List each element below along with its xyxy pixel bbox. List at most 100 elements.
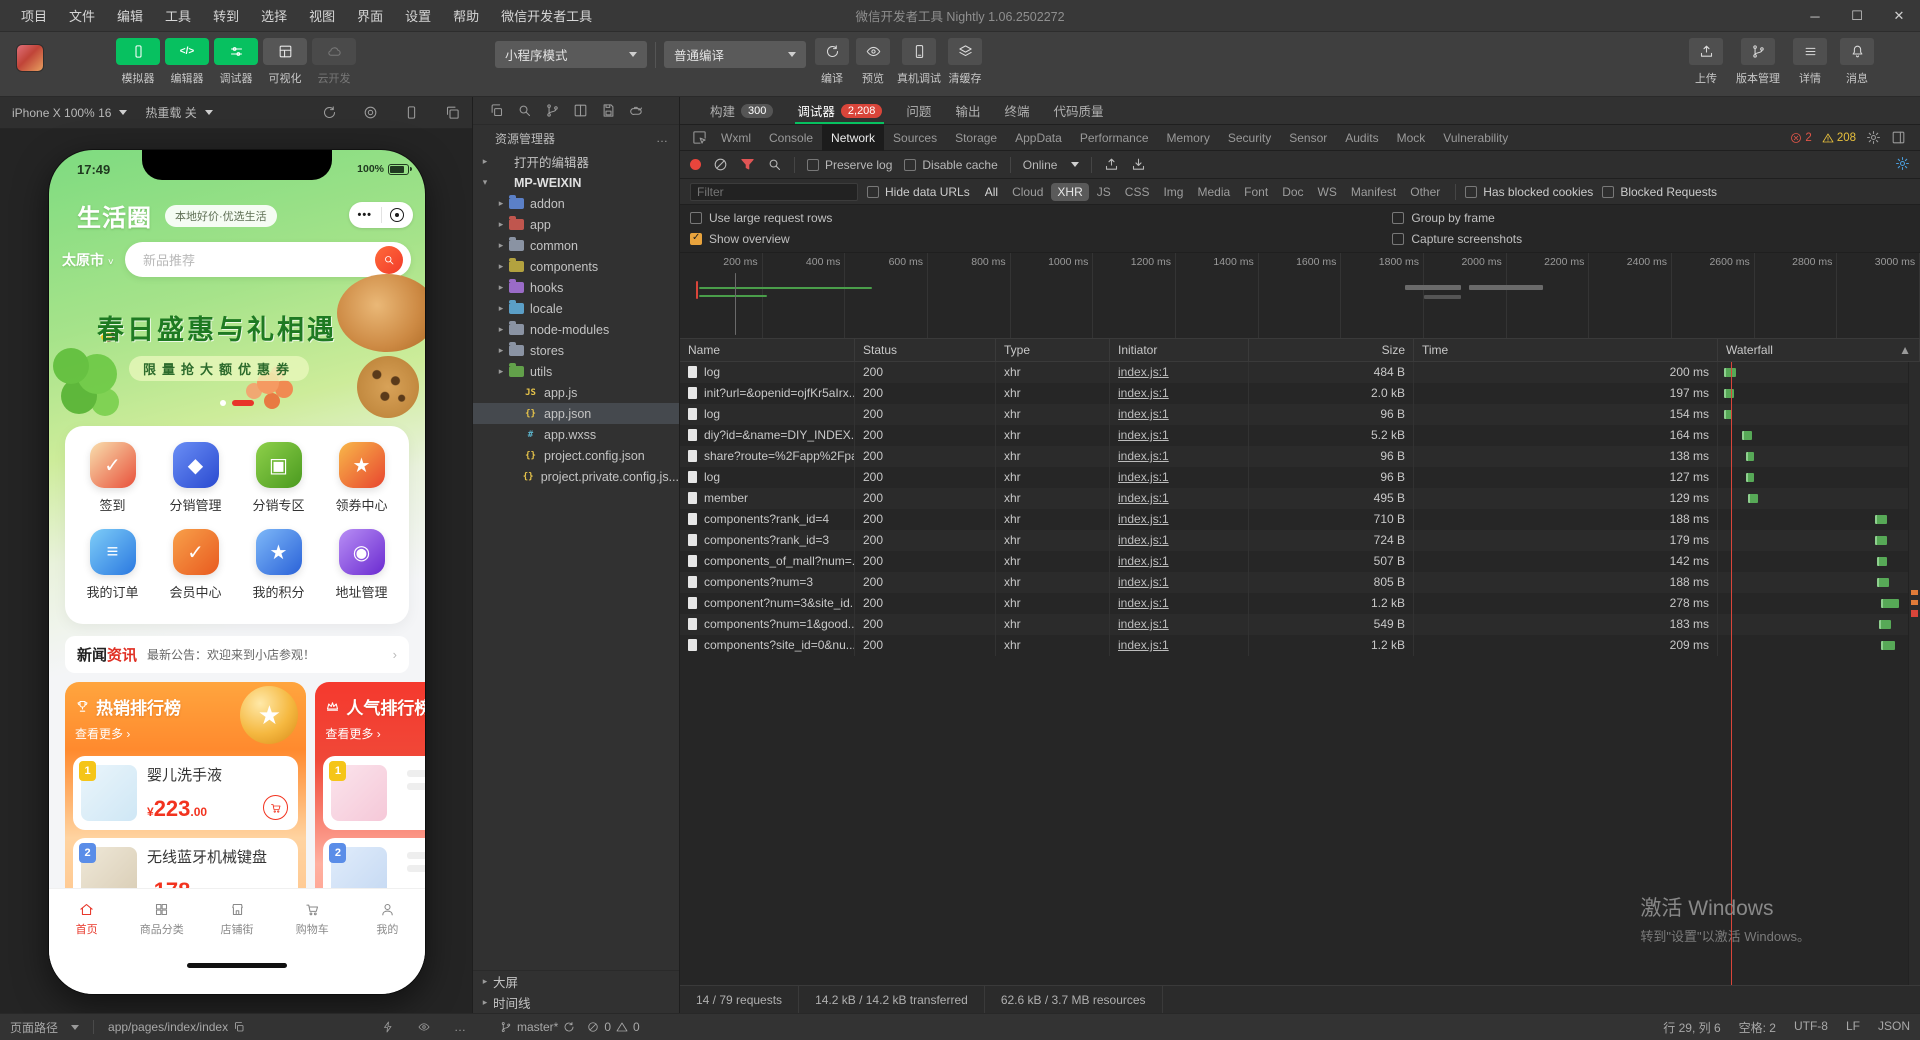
initiator-link[interactable]: index.js:1 bbox=[1118, 554, 1169, 568]
tab-mine[interactable]: 我的 bbox=[350, 902, 425, 937]
tree-item[interactable]: ▸ app bbox=[473, 214, 679, 235]
request-row[interactable]: share?route=%2Fapp%2Fpa... 200 xhr index… bbox=[680, 446, 1920, 467]
files-icon[interactable] bbox=[489, 103, 504, 118]
tree-item[interactable]: {} project.config.json bbox=[473, 445, 679, 466]
maximize-button[interactable]: ☐ bbox=[1836, 0, 1878, 32]
initiator-link[interactable]: index.js:1 bbox=[1118, 428, 1169, 442]
col-type[interactable]: Type bbox=[996, 339, 1110, 361]
import-har-icon[interactable] bbox=[1104, 157, 1119, 172]
sync-icon[interactable] bbox=[563, 1021, 575, 1033]
type-filter[interactable]: All bbox=[979, 183, 1004, 201]
compile-mode-select[interactable]: 普通编译 bbox=[664, 41, 806, 68]
blocked-cookies-checkbox[interactable]: Has blocked cookies bbox=[1465, 185, 1593, 199]
large-rows-checkbox[interactable]: Use large request rows bbox=[690, 211, 832, 225]
clear-icon[interactable] bbox=[713, 157, 728, 172]
request-row[interactable]: log 200 xhr index.js:1 96 B 154 ms bbox=[680, 404, 1920, 425]
network-overview-timeline[interactable]: 200 ms400 ms600 ms800 ms1000 ms1200 ms14… bbox=[680, 253, 1920, 339]
menu-entry[interactable]: ≡ 我的订单 bbox=[71, 529, 154, 601]
panel-tab[interactable]: 构建 300 bbox=[700, 97, 783, 125]
type-filter[interactable]: CSS bbox=[1119, 183, 1156, 201]
request-row[interactable]: components?site_id=0&nu... 200 xhr index… bbox=[680, 635, 1920, 656]
type-filter[interactable]: Media bbox=[1191, 183, 1236, 201]
menu-item[interactable]: 编辑 bbox=[106, 6, 154, 25]
request-name[interactable]: components_of_mall?num=... bbox=[680, 551, 855, 572]
debug-tab[interactable]: AppData bbox=[1006, 125, 1071, 151]
initiator-link[interactable]: index.js:1 bbox=[1118, 575, 1169, 589]
tab-cart[interactable]: 购物车 bbox=[275, 902, 350, 937]
git-branch-indicator[interactable]: master* bbox=[500, 1020, 575, 1034]
menu-item[interactable]: 界面 bbox=[346, 6, 394, 25]
type-filter[interactable]: Font bbox=[1238, 183, 1274, 201]
type-filter[interactable]: Manifest bbox=[1345, 183, 1402, 201]
expand-arrow[interactable]: ▸ bbox=[495, 198, 507, 209]
more-icon[interactable]: … bbox=[454, 1020, 467, 1034]
initiator-link[interactable]: index.js:1 bbox=[1118, 596, 1169, 610]
current-page-path[interactable]: app/pages/index/index bbox=[108, 1020, 245, 1034]
mode-select[interactable]: 小程序模式 bbox=[495, 41, 647, 68]
debug-tab[interactable]: Console bbox=[760, 125, 822, 151]
group-by-frame-checkbox[interactable]: Group by frame bbox=[1392, 211, 1522, 225]
type-filter[interactable]: XHR bbox=[1051, 183, 1088, 201]
hide-data-urls-checkbox[interactable]: Hide data URLs bbox=[867, 185, 970, 199]
request-row[interactable]: components_of_mall?num=... 200 xhr index… bbox=[680, 551, 1920, 572]
tree-item[interactable]: ▸ common bbox=[473, 235, 679, 256]
cloud-dev-toggle[interactable]: 云开发 bbox=[311, 38, 357, 86]
device-frame-icon[interactable] bbox=[404, 105, 419, 120]
editor-status-item[interactable]: JSON bbox=[1878, 1019, 1910, 1036]
editor-status-item[interactable]: LF bbox=[1846, 1019, 1860, 1036]
tree-item[interactable]: ▸ stores bbox=[473, 340, 679, 361]
teapot-icon[interactable] bbox=[629, 103, 644, 118]
debugger-toggle[interactable]: 调试器 bbox=[213, 38, 259, 86]
menu-entry[interactable]: ✓ 签到 bbox=[71, 442, 154, 514]
col-initiator[interactable]: Initiator bbox=[1110, 339, 1249, 361]
request-name[interactable]: diy?id=&name=DIY_INDEX... bbox=[680, 425, 855, 446]
tab-categories[interactable]: 商品分类 bbox=[124, 902, 199, 937]
preserve-log-checkbox[interactable]: Preserve log bbox=[807, 158, 892, 172]
col-name[interactable]: Name bbox=[680, 339, 855, 361]
devtools-scrollbar[interactable] bbox=[1908, 362, 1920, 985]
menu-entry[interactable]: ★ 我的积分 bbox=[237, 529, 320, 601]
panel-tab[interactable]: 输出 bbox=[945, 97, 990, 125]
save-icon[interactable] bbox=[601, 103, 616, 118]
request-name[interactable]: log bbox=[680, 404, 855, 425]
expand-arrow[interactable]: ▸ bbox=[479, 156, 491, 167]
debug-tab[interactable]: Sensor bbox=[1280, 125, 1336, 151]
initiator-link[interactable]: index.js:1 bbox=[1118, 449, 1169, 463]
capsule-target-icon[interactable] bbox=[382, 208, 414, 222]
menu-item[interactable]: 设置 bbox=[394, 6, 442, 25]
tree-item[interactable]: ▸ node-modules bbox=[473, 319, 679, 340]
request-name[interactable]: components?site_id=0&nu... bbox=[680, 635, 855, 656]
initiator-link[interactable]: index.js:1 bbox=[1118, 638, 1169, 652]
simulator-toggle[interactable]: 模拟器 bbox=[115, 38, 161, 86]
copy-icon[interactable] bbox=[233, 1021, 245, 1033]
request-name[interactable]: init?url=&openid=ojfKr5aIrx... bbox=[680, 383, 855, 404]
menu-item[interactable]: 帮助 bbox=[442, 6, 490, 25]
product-item[interactable]: 1 婴儿洗手液 ¥223.00 bbox=[73, 756, 298, 830]
request-name[interactable]: components?rank_id=3 bbox=[680, 530, 855, 551]
multi-window-icon[interactable] bbox=[445, 105, 460, 120]
compile-button[interactable]: 编译 bbox=[815, 38, 849, 86]
expand-arrow[interactable]: ▸ bbox=[495, 366, 507, 377]
menu-entry[interactable]: ✓ 会员中心 bbox=[154, 529, 237, 601]
request-row[interactable]: member 200 xhr index.js:1 495 B 129 ms bbox=[680, 488, 1920, 509]
editor-status-item[interactable]: UTF-8 bbox=[1794, 1019, 1828, 1036]
request-name[interactable]: component?num=3&site_id... bbox=[680, 593, 855, 614]
request-name[interactable]: components?num=1&good... bbox=[680, 614, 855, 635]
menu-item[interactable]: 视图 bbox=[298, 6, 346, 25]
visualize-toggle[interactable]: 可视化 bbox=[262, 38, 308, 86]
initiator-link[interactable]: index.js:1 bbox=[1118, 407, 1169, 421]
col-status[interactable]: Status bbox=[855, 339, 996, 361]
promo-banner[interactable]: 春日盛惠与礼相遇 限量抢大额优惠券 bbox=[49, 284, 425, 420]
tree-item[interactable]: {} app.json bbox=[473, 403, 679, 424]
request-name[interactable]: member bbox=[680, 488, 855, 509]
remote-debug-button[interactable]: 真机调试 bbox=[897, 38, 941, 86]
request-row[interactable]: log 200 xhr index.js:1 484 B 200 ms bbox=[680, 362, 1920, 383]
initiator-link[interactable]: index.js:1 bbox=[1118, 617, 1169, 631]
expand-arrow[interactable]: ▸ bbox=[495, 345, 507, 356]
panel-tab[interactable]: 代码质量 bbox=[1043, 97, 1113, 125]
request-name[interactable]: components?num=3 bbox=[680, 572, 855, 593]
device-select[interactable]: iPhone X 100% 16 bbox=[12, 106, 127, 120]
tree-item[interactable]: ▸ hooks bbox=[473, 277, 679, 298]
record-icon[interactable] bbox=[363, 105, 378, 120]
col-time[interactable]: Time bbox=[1414, 339, 1718, 361]
